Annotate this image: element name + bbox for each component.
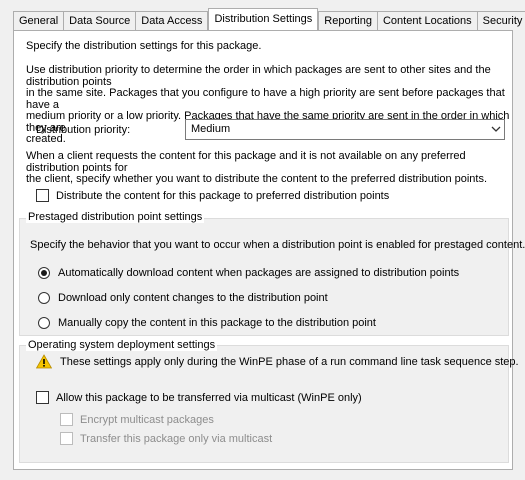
tab-data-source[interactable]: Data Source <box>63 11 137 30</box>
chevron-down-icon <box>491 126 501 132</box>
intro-text: Specify the distribution settings for th… <box>26 40 262 52</box>
tab-content-locations[interactable]: Content Locations <box>376 11 478 30</box>
client-help-text: When a client requests the content for t… <box>26 150 512 186</box>
multicast-label[interactable]: Allow this package to be transferred via… <box>56 392 362 404</box>
content-changes-radio[interactable] <box>38 292 50 304</box>
tab-distribution-settings[interactable]: Distribution Settings <box>208 8 319 30</box>
content-changes-label[interactable]: Download only content changes to the dis… <box>58 292 328 304</box>
priority-help-line: Use distribution priority to determine t… <box>26 64 491 88</box>
multicast-checkbox[interactable] <box>36 391 49 404</box>
encrypt-multicast-checkbox[interactable] <box>60 413 73 426</box>
priority-label: Distribution priority: <box>36 124 131 136</box>
priority-help-line: in the same site. Packages that you conf… <box>26 87 505 111</box>
tab-strip: General Data Source Data Access Distribu… <box>13 8 525 30</box>
prestaged-description: Specify the behavior that you want to oc… <box>30 239 525 251</box>
client-help-line: When a client requests the content for t… <box>26 150 466 174</box>
manual-copy-radio[interactable] <box>38 317 50 329</box>
encrypt-multicast-label[interactable]: Encrypt multicast packages <box>80 414 214 426</box>
distribution-settings-panel: Specify the distribution settings for th… <box>13 30 525 470</box>
manual-copy-label[interactable]: Manually copy the content in this packag… <box>58 317 376 329</box>
multicast-only-checkbox[interactable] <box>60 432 73 445</box>
osd-group-title: Operating system deployment settings <box>26 339 218 351</box>
prestaged-settings-group: Prestaged distribution point settings Sp… <box>19 211 525 336</box>
warning-icon <box>36 354 52 369</box>
osd-settings-group: Operating system deployment settings The… <box>19 339 519 463</box>
tab-security[interactable]: Security <box>476 11 525 30</box>
osd-warning-text: These settings apply only during the Win… <box>60 356 519 368</box>
preferred-dp-label[interactable]: Distribute the content for this package … <box>56 190 389 202</box>
tab-general[interactable]: General <box>13 11 65 30</box>
multicast-only-label[interactable]: Transfer this package only via multicast <box>80 433 272 445</box>
tab-reporting[interactable]: Reporting <box>318 11 378 30</box>
auto-download-radio[interactable] <box>38 267 50 279</box>
client-help-line: the client, specify whether you want to … <box>26 173 488 185</box>
priority-selected-value: Medium <box>191 123 231 135</box>
auto-download-label[interactable]: Automatically download content when pack… <box>58 267 459 279</box>
prestaged-group-title: Prestaged distribution point settings <box>26 211 205 223</box>
tab-data-access[interactable]: Data Access <box>135 11 209 30</box>
distribution-priority-select[interactable]: Medium <box>185 119 505 140</box>
preferred-dp-checkbox[interactable] <box>36 189 49 202</box>
